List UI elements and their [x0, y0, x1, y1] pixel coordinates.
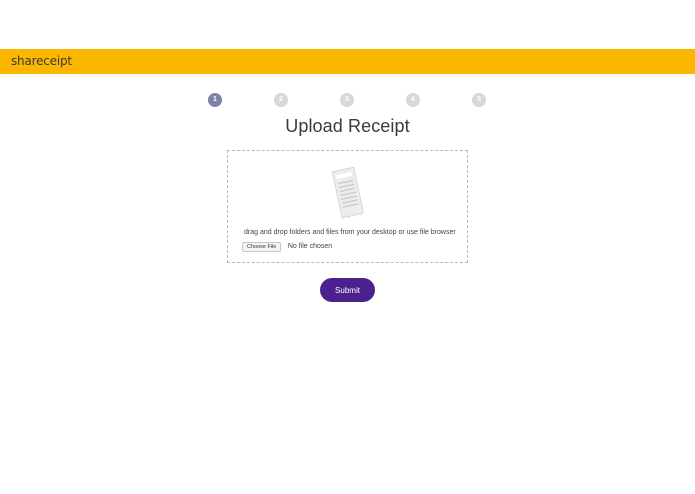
choose-file-button[interactable]: Choose File: [242, 241, 282, 252]
file-status: No file chosen: [287, 243, 333, 251]
brand-logo[interactable]: shareceipt: [11, 54, 72, 68]
top-navbar: shareceipt: [0, 49, 695, 74]
receipt-icon: [331, 166, 364, 220]
upload-dropzone[interactable]: drag and drop folders and files from you…: [227, 150, 468, 263]
progress-steps: 1 2 3 4 5: [0, 93, 695, 107]
step-3: 3: [340, 93, 354, 107]
file-input: Choose File No file chosen: [242, 238, 333, 252]
page-title: Upload Receipt: [285, 116, 410, 136]
dropzone-hint: drag and drop folders and files from you…: [244, 229, 456, 236]
step-2: 2: [274, 93, 288, 107]
step-4: 4: [406, 93, 420, 107]
submit-button[interactable]: Submit: [320, 278, 375, 302]
step-5: 5: [472, 93, 486, 107]
step-1: 1: [208, 93, 222, 107]
